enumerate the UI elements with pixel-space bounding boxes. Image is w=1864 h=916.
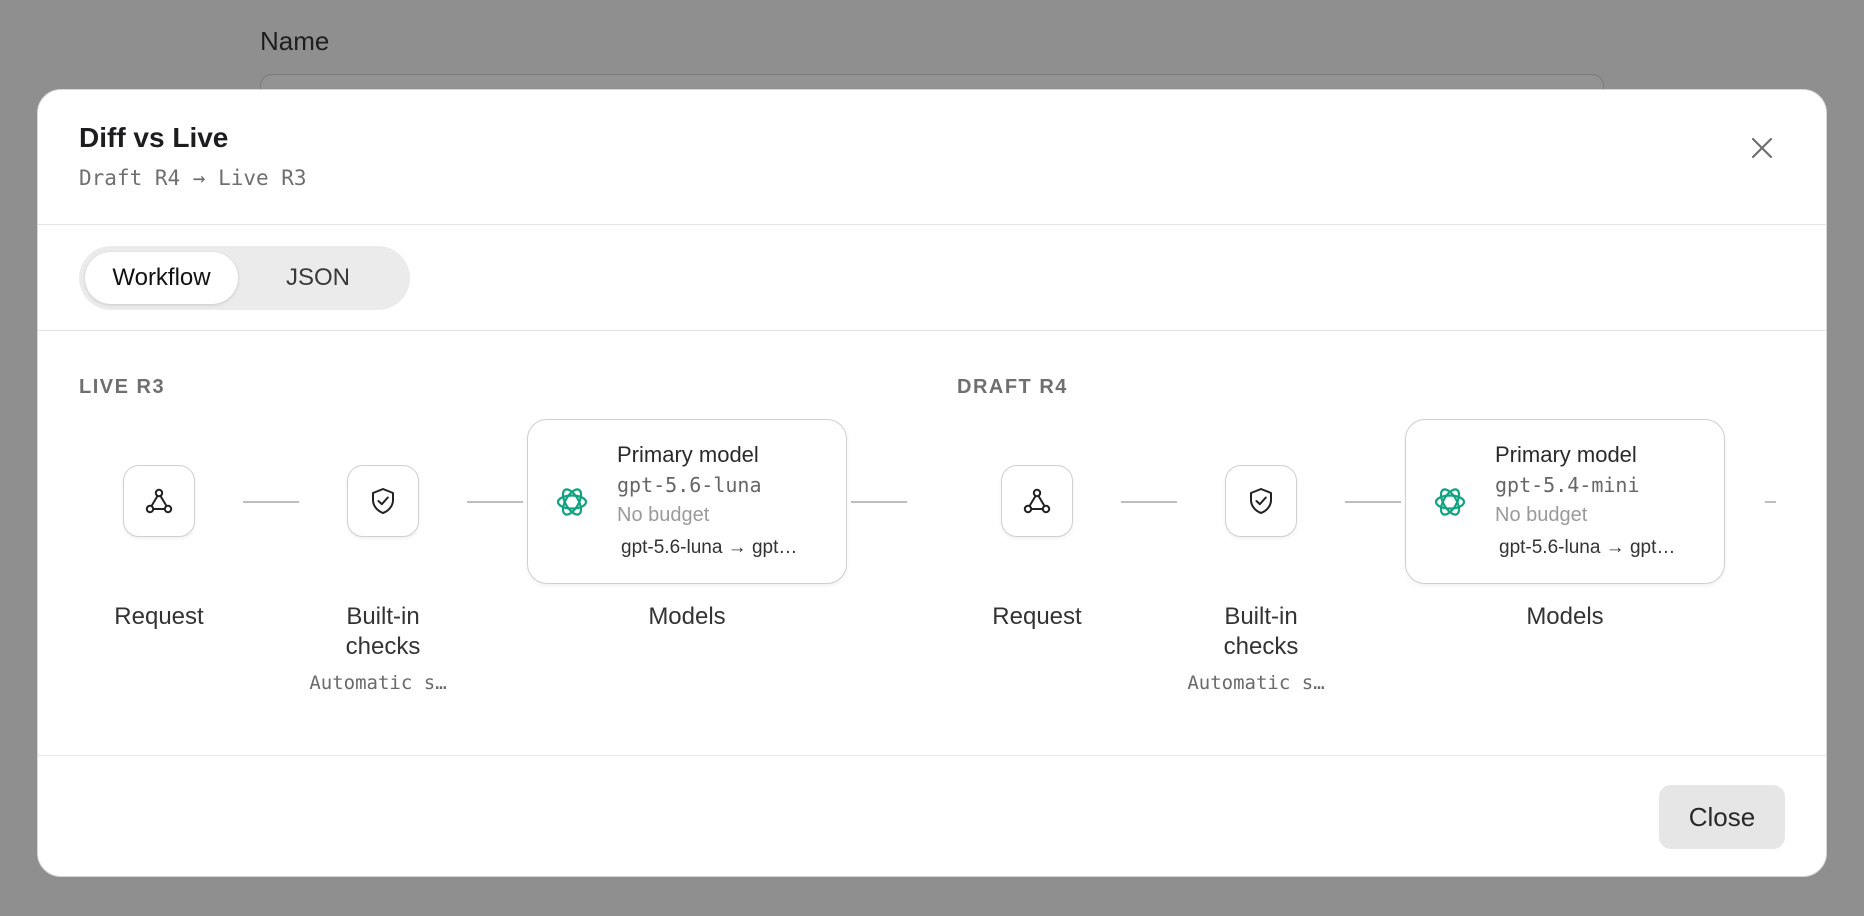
view-segmented-control: Workflow JSON: [79, 246, 410, 310]
draft-connector-1: [1121, 501, 1177, 503]
live-connector-3: [851, 501, 907, 503]
draft-panel: DRAFT R4 Request Built-in checks Automat…: [916, 331, 1776, 756]
close-button[interactable]: Close: [1659, 785, 1785, 849]
draft-model-budget: No budget: [1495, 504, 1588, 526]
live-request-node[interactable]: [123, 465, 195, 537]
live-checks-node[interactable]: [347, 465, 419, 537]
live-panel: LIVE R3 Request Built-in checks Automati…: [38, 331, 907, 756]
draft-model-title: Primary model: [1495, 442, 1637, 467]
live-model-title: Primary model: [617, 442, 759, 467]
close-icon-glyph: [1751, 137, 1773, 159]
webhook-icon: [1023, 488, 1051, 514]
tab-json[interactable]: JSON: [238, 252, 398, 304]
modal-title: Diff vs Live: [79, 122, 229, 153]
draft-model-card[interactable]: Primary model gpt-5.4-mini No budget gpt…: [1405, 419, 1725, 584]
live-model-name: gpt-5.6-luna: [617, 473, 762, 497]
diff-body: LIVE R3 Request Built-in checks Automati…: [38, 331, 1826, 756]
draft-model-chain: gpt-5.6-luna → gpt…: [1499, 537, 1676, 558]
draft-checks-label: Built-in checks: [1223, 603, 1299, 660]
modal-footer: Close: [38, 756, 1826, 876]
draft-models-label: Models: [1526, 603, 1604, 630]
draft-checks-node[interactable]: [1225, 465, 1297, 537]
close-icon[interactable]: [1744, 130, 1780, 166]
live-connector-1: [243, 501, 299, 503]
live-models-label: Models: [648, 603, 726, 630]
diff-modal: Diff vs Live Draft R4 → Live R3 Workflow…: [37, 89, 1827, 877]
webhook-icon: [145, 488, 173, 514]
live-request-label: Request: [114, 603, 204, 630]
live-connector-2: [467, 501, 523, 503]
view-tabs-row: Workflow JSON: [38, 225, 1826, 331]
draft-request-node[interactable]: [1001, 465, 1073, 537]
background-name-label: Name: [260, 26, 330, 56]
draft-model-name: gpt-5.4-mini: [1495, 473, 1640, 497]
draft-connector-3: [1765, 501, 1776, 503]
draft-connector-2: [1345, 501, 1401, 503]
live-model-chain: gpt-5.6-luna → gpt…: [621, 537, 798, 558]
openai-logo-icon: [1434, 488, 1466, 516]
live-panel-label: LIVE R3: [79, 376, 166, 398]
draft-panel-label: DRAFT R4: [957, 376, 1068, 398]
shield-check-icon: [372, 488, 394, 514]
live-checks-sub: Automatic s…: [309, 672, 447, 694]
modal-header: Diff vs Live Draft R4 → Live R3: [38, 90, 1826, 225]
openai-logo-icon: [556, 488, 588, 516]
draft-checks-sub: Automatic s…: [1187, 672, 1325, 694]
shield-check-icon: [1250, 488, 1272, 514]
live-model-card[interactable]: Primary model gpt-5.6-luna No budget gpt…: [527, 419, 847, 584]
live-checks-label: Built-in checks: [345, 603, 421, 660]
tab-workflow[interactable]: Workflow: [85, 252, 238, 304]
draft-request-label: Request: [992, 603, 1082, 630]
live-model-budget: No budget: [617, 504, 710, 526]
modal-subtitle: Draft R4 → Live R3: [79, 166, 307, 190]
